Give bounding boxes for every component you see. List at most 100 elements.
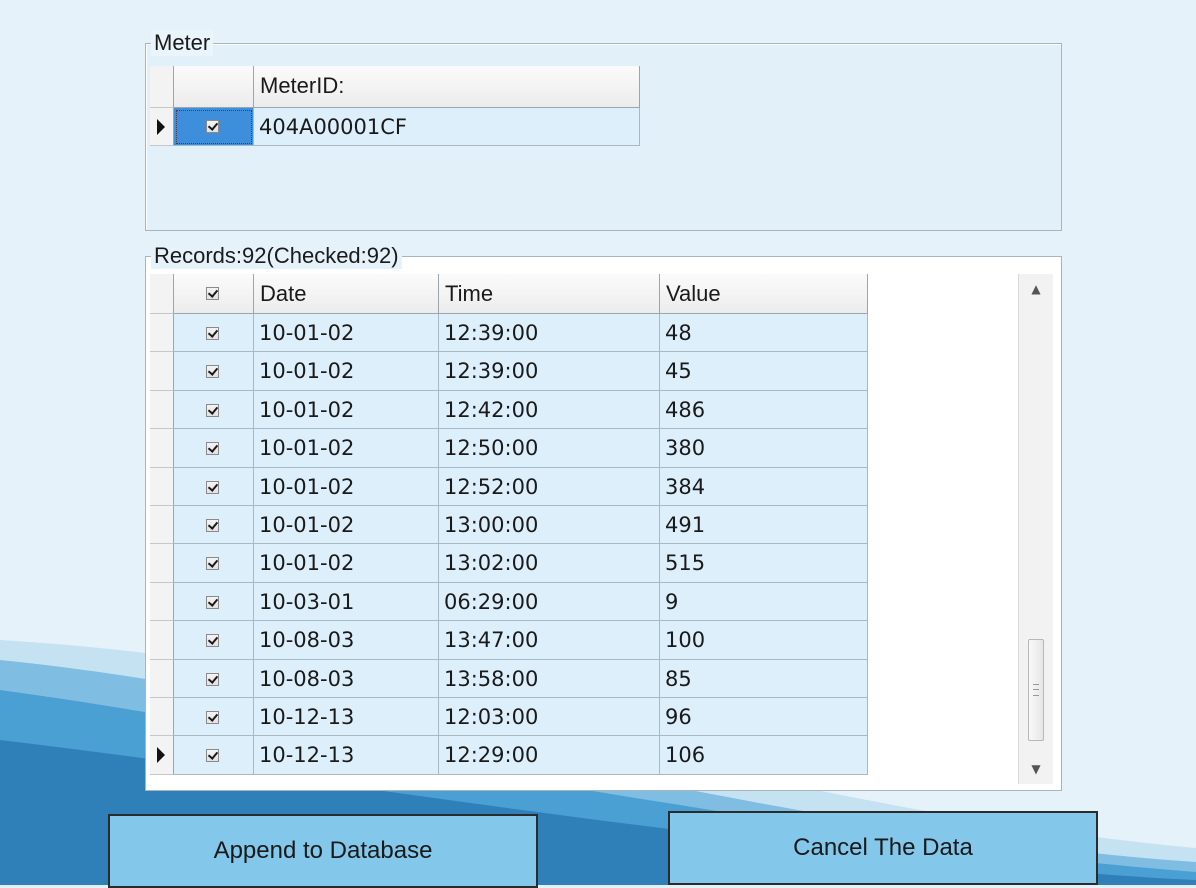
meter-groupbox: Meter MeterID: 404A00001CF bbox=[145, 30, 1062, 231]
date-cell[interactable]: 10-08-03 bbox=[254, 660, 439, 698]
value-cell[interactable]: 9 bbox=[660, 583, 868, 621]
scroll-up-icon[interactable]: ▲ bbox=[1019, 274, 1053, 304]
meter-id-column-header[interactable]: MeterID: bbox=[254, 66, 640, 108]
checkbox-checked-icon[interactable] bbox=[206, 481, 219, 494]
checkbox-checked-icon[interactable] bbox=[206, 596, 219, 609]
date-cell[interactable]: 10-01-02 bbox=[254, 544, 439, 583]
value-cell[interactable]: 380 bbox=[660, 429, 868, 468]
date-cell[interactable]: 10-01-02 bbox=[254, 352, 439, 391]
meter-id-cell[interactable]: 404A00001CF bbox=[254, 108, 640, 146]
meter-group-title: Meter bbox=[151, 30, 214, 56]
meter-row-checkbox-cell[interactable] bbox=[174, 108, 254, 146]
checkbox-checked-icon[interactable] bbox=[206, 711, 219, 724]
meter-check-header bbox=[174, 66, 254, 108]
time-cell[interactable]: 12:39:00 bbox=[439, 314, 660, 352]
time-cell[interactable]: 12:29:00 bbox=[439, 736, 660, 775]
scroll-down-icon[interactable]: ▼ bbox=[1019, 754, 1053, 784]
checkbox-checked-icon[interactable] bbox=[206, 557, 219, 570]
records-corner-header bbox=[150, 274, 174, 314]
record-checkbox-cell[interactable] bbox=[174, 314, 254, 352]
record-row-empty-area bbox=[868, 621, 1016, 660]
record-row-header[interactable] bbox=[150, 429, 174, 468]
date-cell[interactable]: 10-08-03 bbox=[254, 621, 439, 660]
checkbox-checked-icon[interactable] bbox=[206, 442, 219, 455]
date-cell[interactable]: 10-12-13 bbox=[254, 698, 439, 736]
checkbox-checked-icon[interactable] bbox=[206, 519, 219, 532]
time-cell[interactable]: 12:03:00 bbox=[439, 698, 660, 736]
records-header-empty-area bbox=[868, 274, 1016, 314]
date-cell[interactable]: 10-01-02 bbox=[254, 468, 439, 506]
checkbox-checked-icon[interactable] bbox=[206, 749, 219, 762]
record-checkbox-cell[interactable] bbox=[174, 736, 254, 775]
time-cell[interactable]: 12:52:00 bbox=[439, 468, 660, 506]
record-row-header[interactable] bbox=[150, 736, 174, 775]
checkbox-checked-icon[interactable] bbox=[206, 634, 219, 647]
scroll-grip-icon bbox=[1033, 684, 1039, 696]
record-row-empty-area bbox=[868, 698, 1016, 736]
record-checkbox-cell[interactable] bbox=[174, 352, 254, 391]
records-grid: Date Time Value 10-01-02 12:39:00 48 10-01-… bbox=[150, 274, 1016, 784]
date-cell[interactable]: 10-01-02 bbox=[254, 391, 439, 429]
records-groupbox: Records:92(Checked:92) Date Time Value 1… bbox=[145, 243, 1062, 791]
checkbox-checked-icon[interactable] bbox=[206, 120, 219, 133]
value-cell[interactable]: 45 bbox=[660, 352, 868, 391]
checkbox-checked-icon[interactable] bbox=[206, 327, 219, 340]
checkbox-checked-icon[interactable] bbox=[206, 365, 219, 378]
time-cell[interactable]: 06:29:00 bbox=[439, 583, 660, 621]
record-row-header[interactable] bbox=[150, 352, 174, 391]
record-row-header[interactable] bbox=[150, 583, 174, 621]
time-cell[interactable]: 13:02:00 bbox=[439, 544, 660, 583]
record-checkbox-cell[interactable] bbox=[174, 583, 254, 621]
scrollbar-thumb[interactable] bbox=[1028, 639, 1044, 741]
date-cell[interactable]: 10-01-02 bbox=[254, 506, 439, 544]
checkbox-checked-icon[interactable] bbox=[206, 673, 219, 686]
value-cell[interactable]: 491 bbox=[660, 506, 868, 544]
time-cell[interactable]: 13:00:00 bbox=[439, 506, 660, 544]
time-cell[interactable]: 12:42:00 bbox=[439, 391, 660, 429]
time-cell[interactable]: 12:50:00 bbox=[439, 429, 660, 468]
records-vertical-scrollbar[interactable]: ▲ ▼ bbox=[1018, 274, 1053, 784]
column-header-date[interactable]: Date bbox=[254, 274, 439, 314]
value-cell[interactable]: 100 bbox=[660, 621, 868, 660]
record-row-header[interactable] bbox=[150, 544, 174, 583]
record-row-header[interactable] bbox=[150, 621, 174, 660]
record-row-header[interactable] bbox=[150, 506, 174, 544]
record-checkbox-cell[interactable] bbox=[174, 544, 254, 583]
time-cell[interactable]: 13:58:00 bbox=[439, 660, 660, 698]
record-row-header[interactable] bbox=[150, 468, 174, 506]
record-row-empty-area bbox=[868, 429, 1016, 468]
record-checkbox-cell[interactable] bbox=[174, 660, 254, 698]
record-checkbox-cell[interactable] bbox=[174, 506, 254, 544]
value-cell[interactable]: 384 bbox=[660, 468, 868, 506]
record-checkbox-cell[interactable] bbox=[174, 429, 254, 468]
date-cell[interactable]: 10-03-01 bbox=[254, 583, 439, 621]
record-row-header[interactable] bbox=[150, 314, 174, 352]
checkbox-checked-icon[interactable] bbox=[206, 404, 219, 417]
records-select-all-header[interactable] bbox=[174, 274, 254, 314]
value-cell[interactable]: 96 bbox=[660, 698, 868, 736]
record-row-header[interactable] bbox=[150, 391, 174, 429]
cancel-the-data-button[interactable]: Cancel The Data bbox=[668, 811, 1098, 885]
current-row-arrow-icon bbox=[157, 118, 165, 135]
value-cell[interactable]: 106 bbox=[660, 736, 868, 775]
record-row-header[interactable] bbox=[150, 660, 174, 698]
select-all-checkbox-icon[interactable] bbox=[206, 287, 219, 300]
value-cell[interactable]: 515 bbox=[660, 544, 868, 583]
date-cell[interactable]: 10-01-02 bbox=[254, 429, 439, 468]
append-to-database-button[interactable]: Append to Database bbox=[108, 814, 538, 888]
time-cell[interactable]: 12:39:00 bbox=[439, 352, 660, 391]
value-cell[interactable]: 85 bbox=[660, 660, 868, 698]
record-checkbox-cell[interactable] bbox=[174, 391, 254, 429]
date-cell[interactable]: 10-12-13 bbox=[254, 736, 439, 775]
record-row-header[interactable] bbox=[150, 698, 174, 736]
column-header-time[interactable]: Time bbox=[439, 274, 660, 314]
date-cell[interactable]: 10-01-02 bbox=[254, 314, 439, 352]
record-checkbox-cell[interactable] bbox=[174, 698, 254, 736]
record-checkbox-cell[interactable] bbox=[174, 621, 254, 660]
value-cell[interactable]: 486 bbox=[660, 391, 868, 429]
value-cell[interactable]: 48 bbox=[660, 314, 868, 352]
column-header-value[interactable]: Value bbox=[660, 274, 868, 314]
record-checkbox-cell[interactable] bbox=[174, 468, 254, 506]
time-cell[interactable]: 13:47:00 bbox=[439, 621, 660, 660]
meter-corner-header bbox=[150, 66, 174, 108]
